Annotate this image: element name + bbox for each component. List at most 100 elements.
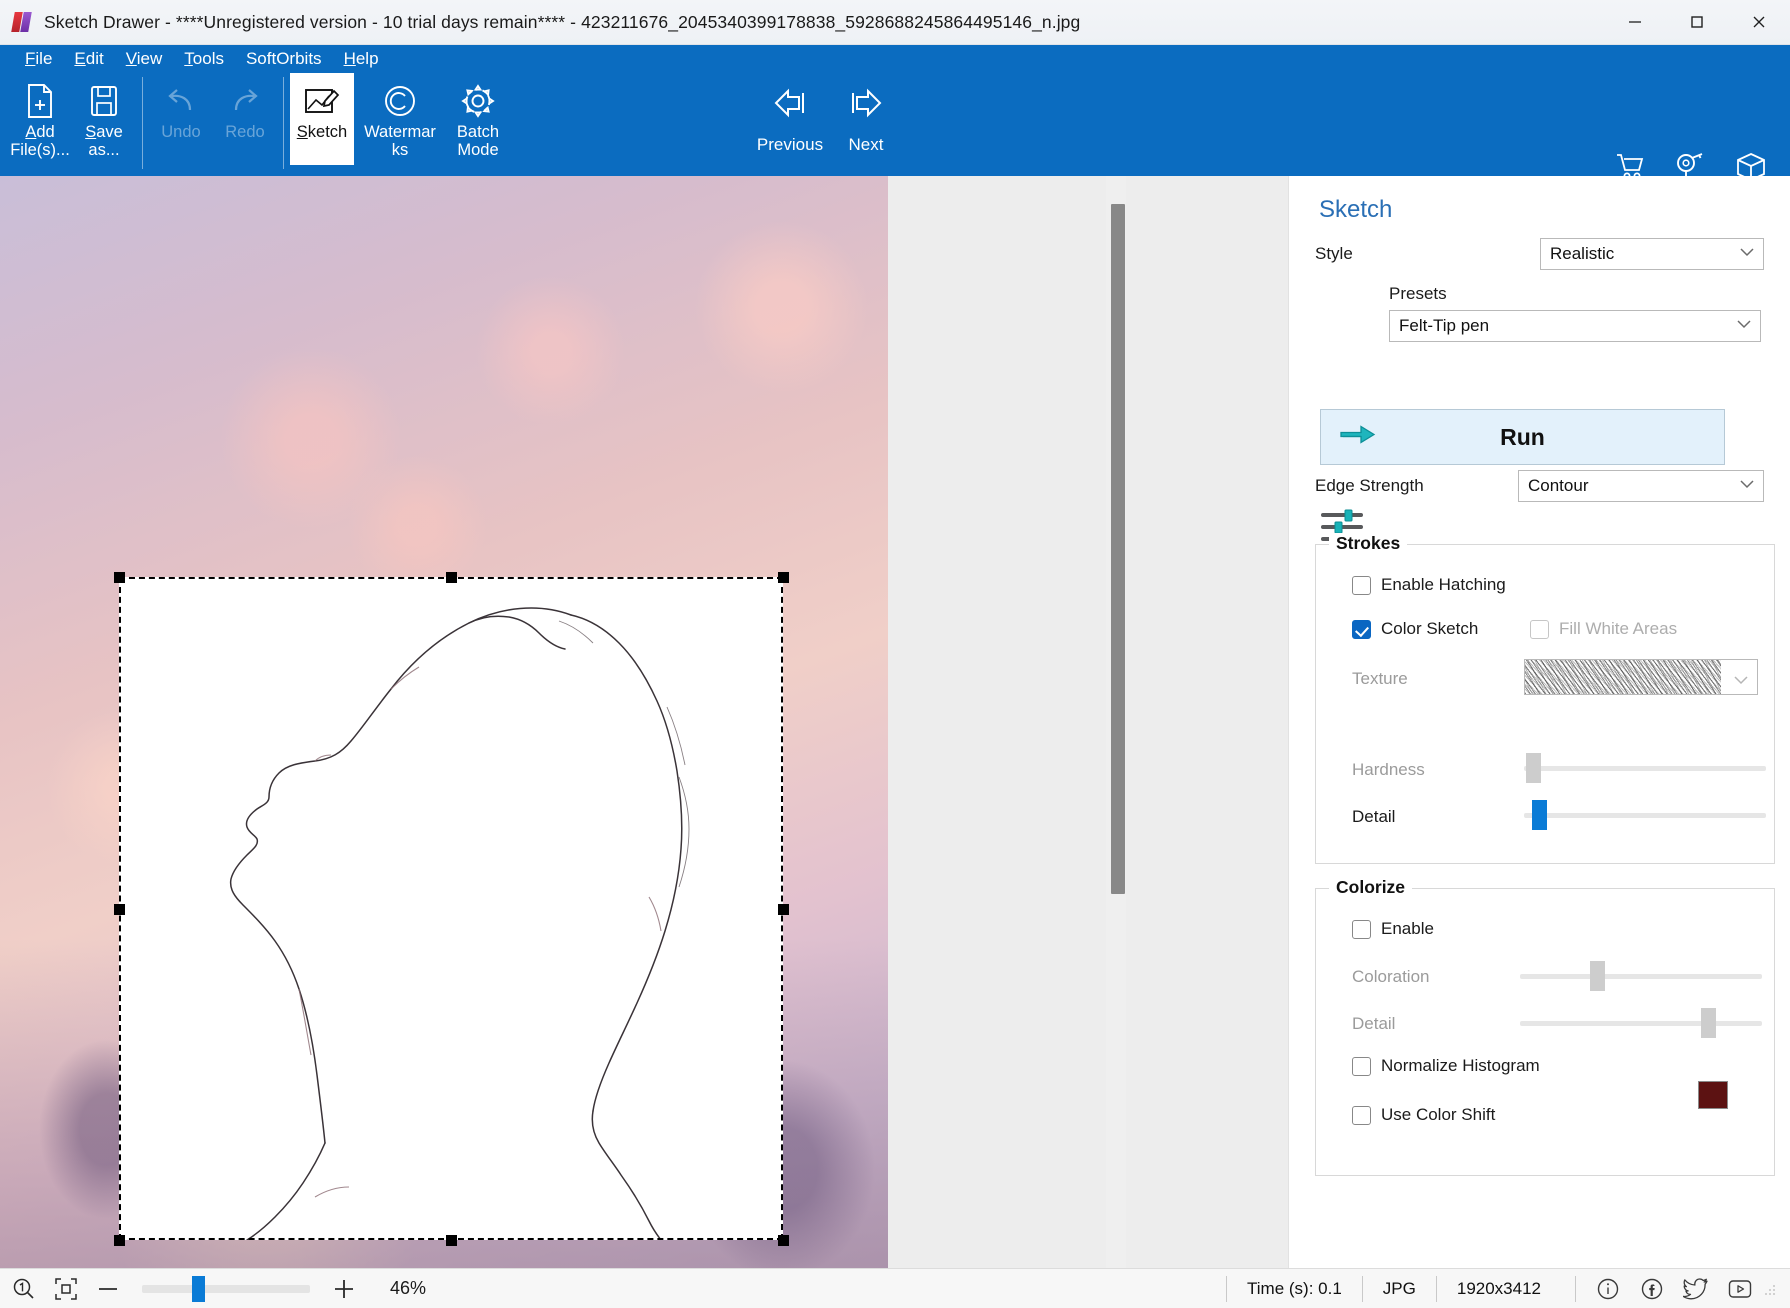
canvas-scrollbar-thumb[interactable] xyxy=(1111,204,1125,894)
menu-view[interactable]: View xyxy=(115,47,174,71)
zoom-out-button[interactable] xyxy=(94,1275,122,1303)
zoom-in-button[interactable] xyxy=(330,1275,358,1303)
menu-bar: FFileile Edit View Tools SoftOrbits Help xyxy=(0,45,1790,73)
enable-hatching-checkbox[interactable]: Enable Hatching xyxy=(1352,575,1506,595)
slider-thumb[interactable] xyxy=(1532,800,1547,830)
enable-hatching-label: Enable Hatching xyxy=(1381,575,1506,594)
menu-file[interactable]: FFileile xyxy=(14,47,63,71)
strokes-group: Strokes Enable Hatching Color Sketch Fil… xyxy=(1315,533,1775,864)
undo-arrow-icon xyxy=(164,79,198,123)
zoom-slider-track[interactable] xyxy=(142,1275,310,1302)
status-time: Time (s): 0.1 xyxy=(1226,1275,1362,1302)
gear-icon xyxy=(460,79,496,123)
status-dimensions: 1920x3412 xyxy=(1435,1275,1561,1302)
handle-bottom-left[interactable] xyxy=(114,1235,125,1246)
fill-white-areas-label: Fill White Areas xyxy=(1559,619,1678,638)
hardness-label: Hardness xyxy=(1352,760,1425,779)
toolbar-redo-label: Redo xyxy=(225,123,265,141)
navigation-group: Previous Next xyxy=(752,73,904,155)
zoom-actual-size-icon[interactable] xyxy=(10,1275,38,1303)
color-sketch-checkbox[interactable]: Color Sketch xyxy=(1352,619,1478,639)
status-format: JPG xyxy=(1361,1275,1436,1302)
run-button[interactable]: Run xyxy=(1320,409,1725,465)
normalize-histogram-label: Normalize Histogram xyxy=(1381,1056,1540,1075)
sketch-pencil-icon xyxy=(303,79,341,123)
app-logo-icon xyxy=(11,11,34,33)
floppy-disk-icon xyxy=(88,79,120,123)
strokes-detail-slider[interactable] xyxy=(1524,800,1766,830)
hardness-slider xyxy=(1524,753,1766,783)
handle-top-right[interactable] xyxy=(778,572,789,583)
strokes-title: Strokes xyxy=(1329,533,1408,554)
checkbox-box xyxy=(1530,619,1549,639)
edge-strength-row: Edge Strength Contour xyxy=(1289,470,1790,502)
checkbox-box xyxy=(1352,1105,1371,1125)
handle-middle-right[interactable] xyxy=(778,904,789,915)
info-circle-icon[interactable] xyxy=(1594,1275,1622,1303)
file-plus-icon xyxy=(24,79,56,123)
handle-top-center[interactable] xyxy=(446,572,457,583)
next-label: Next xyxy=(848,135,884,154)
handle-middle-left[interactable] xyxy=(114,904,125,915)
ribbon: FFileile Edit View Tools SoftOrbits Help… xyxy=(0,45,1790,181)
slider-track[interactable] xyxy=(1524,813,1766,818)
colorize-enable-label: Enable xyxy=(1381,919,1434,938)
colorize-title: Colorize xyxy=(1329,877,1413,898)
menu-help[interactable]: Help xyxy=(333,47,390,71)
status-right: Time (s): 0.1 JPG 1920x3412 xyxy=(1226,1269,1790,1308)
toolbar-undo: Undo xyxy=(149,73,213,165)
youtube-icon[interactable] xyxy=(1726,1275,1754,1303)
previous-button[interactable]: Previous xyxy=(752,73,828,155)
presets-label: Presets xyxy=(1389,284,1447,303)
next-button[interactable]: Next xyxy=(828,73,904,155)
style-dropdown[interactable]: Realistic xyxy=(1540,238,1764,270)
style-label: Style xyxy=(1315,244,1353,263)
facebook-icon[interactable] xyxy=(1638,1275,1666,1303)
menu-edit[interactable]: Edit xyxy=(63,47,114,71)
toolbar-save-as[interactable]: Save as... xyxy=(72,73,136,165)
twitter-bird-icon[interactable] xyxy=(1682,1275,1710,1303)
handle-bottom-right[interactable] xyxy=(778,1235,789,1246)
zoom-slider-thumb[interactable] xyxy=(192,1275,205,1302)
minimize-button[interactable] xyxy=(1604,0,1666,45)
checkbox-box xyxy=(1352,575,1371,595)
image-canvas[interactable] xyxy=(0,176,1288,1268)
handle-top-left[interactable] xyxy=(114,572,125,583)
maximize-button[interactable] xyxy=(1666,0,1728,45)
close-button[interactable] xyxy=(1728,0,1790,45)
status-social-links xyxy=(1575,1275,1754,1303)
toolbar-watermarks[interactable]: Watermarks xyxy=(354,73,446,165)
copyright-icon xyxy=(382,79,418,123)
presets-value: Felt-Tip pen xyxy=(1399,316,1490,335)
color-shift-swatch[interactable] xyxy=(1698,1081,1728,1109)
zoom-percentage: 46% xyxy=(390,1278,427,1298)
arrow-left-icon xyxy=(770,83,810,123)
resize-grip[interactable] xyxy=(1764,1283,1776,1295)
style-value: Realistic xyxy=(1550,244,1615,263)
arrow-right-icon xyxy=(846,83,886,123)
coloration-label: Coloration xyxy=(1352,967,1430,986)
menu-softorbits[interactable]: SoftOrbits xyxy=(235,47,333,71)
sketch-result-image[interactable] xyxy=(119,577,783,1240)
presets-dropdown[interactable]: Felt-Tip pen xyxy=(1389,310,1761,342)
colorize-enable-checkbox[interactable]: Enable xyxy=(1352,919,1434,939)
toolbar-sketch[interactable]: Sketch xyxy=(290,73,354,165)
menu-tools[interactable]: Tools xyxy=(173,47,235,71)
style-row: Style Realistic xyxy=(1289,238,1790,270)
texture-label: Texture xyxy=(1352,669,1408,688)
chevron-down-icon xyxy=(1740,474,1754,494)
handle-bottom-center[interactable] xyxy=(446,1235,457,1246)
toolbar-batch-mode[interactable]: Batch Mode xyxy=(446,73,510,165)
status-bar: 46% Time (s): 0.1 JPG 1920x3412 xyxy=(0,1268,1790,1308)
toolbar-add-files[interactable]: Add File(s)... xyxy=(8,73,72,165)
edge-strength-label: Edge Strength xyxy=(1315,476,1424,495)
window-title: Sketch Drawer - ****Unregistered version… xyxy=(44,11,1081,32)
texture-dropdown[interactable] xyxy=(1524,659,1758,695)
edge-strength-dropdown[interactable]: Contour xyxy=(1518,470,1764,502)
fit-to-window-icon[interactable] xyxy=(52,1275,80,1303)
normalize-histogram-checkbox[interactable]: Normalize Histogram xyxy=(1352,1056,1540,1076)
window-controls xyxy=(1604,0,1790,45)
slider-thumb xyxy=(1526,753,1541,783)
use-color-shift-checkbox[interactable]: Use Color Shift xyxy=(1352,1105,1495,1125)
toolbar-divider-2 xyxy=(283,77,284,169)
